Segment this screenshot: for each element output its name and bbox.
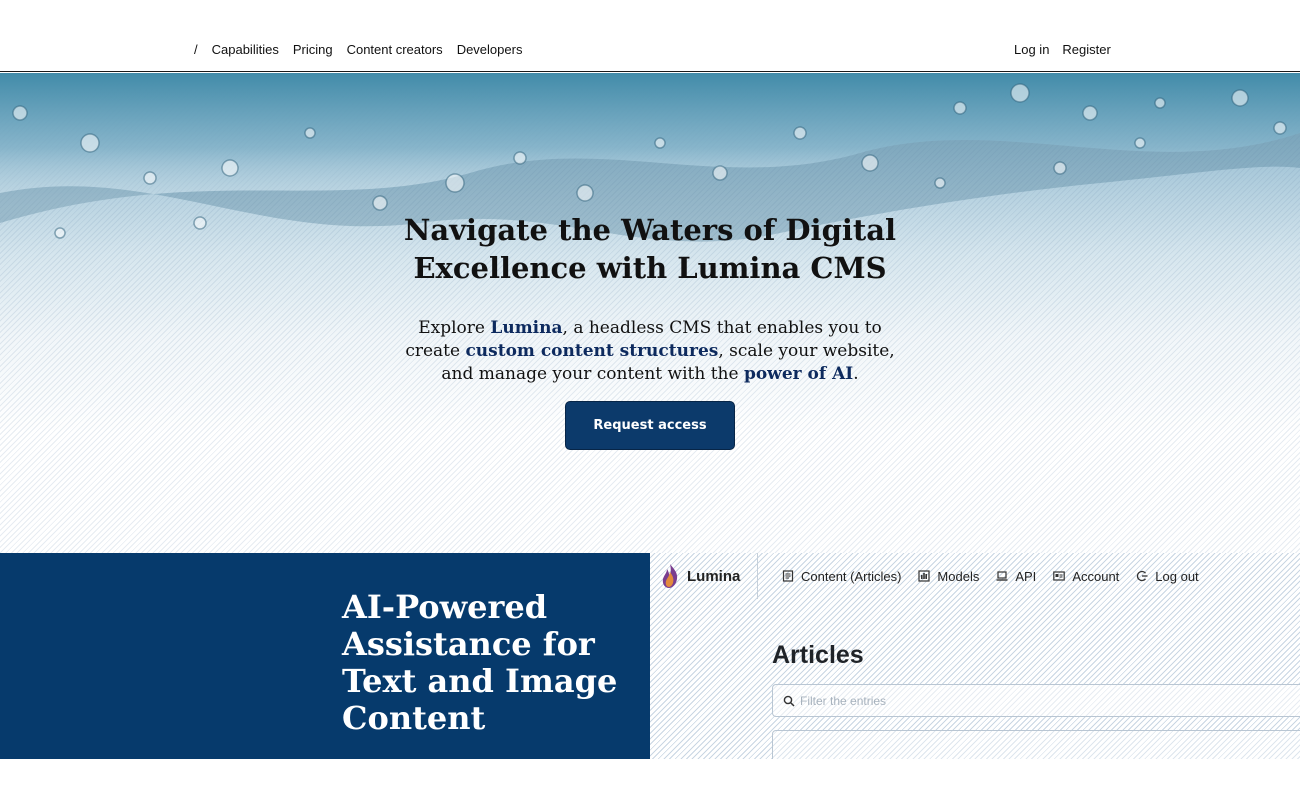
filter-entries-field[interactable] bbox=[772, 684, 1300, 717]
app-brand[interactable]: Lumina bbox=[650, 553, 758, 599]
hero-title: Navigate the Waters of Digital Excellenc… bbox=[350, 211, 950, 287]
app-nav-label: Log out bbox=[1155, 568, 1199, 584]
feature-panel: AI-Powered Assistance for Text and Image… bbox=[0, 553, 650, 759]
app-nav-account[interactable]: Account bbox=[1053, 569, 1119, 584]
water-background-image bbox=[0, 73, 1300, 242]
articles-page-title: Articles bbox=[772, 641, 864, 669]
app-brand-name: Lumina bbox=[687, 567, 741, 585]
app-nav-log-out[interactable]: Log out bbox=[1136, 568, 1199, 584]
app-nav-content-articles[interactable]: Content (Articles) bbox=[782, 569, 901, 584]
top-navigation: / Capabilities Pricing Content creators … bbox=[0, 0, 1300, 72]
login-link[interactable]: Log in bbox=[1014, 42, 1049, 57]
hero-section: Navigate the Waters of Digital Excellenc… bbox=[0, 73, 1300, 553]
app-nav-models[interactable]: Models bbox=[918, 569, 979, 584]
filter-entries-input[interactable] bbox=[800, 693, 1200, 708]
nav-link-developers[interactable]: Developers bbox=[457, 42, 523, 57]
auth-nav: Log in Register bbox=[1014, 42, 1124, 57]
nav-separator: / bbox=[194, 42, 198, 57]
hero-title-line-1: Navigate the Waters of Digital bbox=[403, 213, 897, 247]
app-nav-label: Account bbox=[1072, 568, 1120, 584]
app-nav-api[interactable]: API bbox=[996, 569, 1036, 584]
app-preview-header: Lumina Content (Articles) Models API Acc… bbox=[650, 553, 1300, 599]
nav-link-capabilities[interactable]: Capabilities bbox=[212, 42, 279, 57]
hero-sub-text-4: . bbox=[853, 364, 859, 384]
app-preview: Lumina Content (Articles) Models API Acc… bbox=[650, 553, 1300, 759]
search-icon bbox=[783, 695, 795, 707]
logout-icon bbox=[1136, 570, 1148, 582]
document-icon bbox=[782, 570, 794, 582]
app-nav-label: API bbox=[1015, 568, 1037, 584]
nav-link-content-creators[interactable]: Content creators bbox=[347, 42, 443, 57]
app-preview-nav: Content (Articles) Models API Account Lo… bbox=[782, 569, 1216, 584]
entries-list bbox=[772, 730, 1300, 759]
feature-title: AI-Powered Assistance for Text and Image… bbox=[342, 588, 618, 737]
hero-description: Explore Lumina, a headless CMS that enab… bbox=[400, 317, 900, 386]
primary-nav: / Capabilities Pricing Content creators … bbox=[194, 42, 536, 57]
app-nav-label: Models bbox=[937, 568, 980, 584]
models-icon bbox=[918, 570, 931, 582]
register-link[interactable]: Register bbox=[1062, 42, 1110, 57]
hero-sub-highlight-structures: custom content structures bbox=[465, 341, 719, 361]
hero-title-line-2: Excellence with Lumina CMS bbox=[413, 251, 887, 285]
nav-link-pricing[interactable]: Pricing bbox=[293, 42, 333, 57]
id-card-icon bbox=[1053, 570, 1066, 582]
hero-sub-highlight-ai: power of AI bbox=[743, 364, 854, 384]
request-access-button[interactable]: Request access bbox=[565, 401, 735, 450]
app-nav-label: Content (Articles) bbox=[801, 568, 902, 584]
hero-sub-highlight-lumina: Lumina bbox=[490, 318, 563, 338]
laptop-icon bbox=[996, 570, 1008, 582]
hero-sub-text-1: Explore bbox=[418, 318, 491, 338]
lumina-logo-icon bbox=[662, 564, 678, 588]
